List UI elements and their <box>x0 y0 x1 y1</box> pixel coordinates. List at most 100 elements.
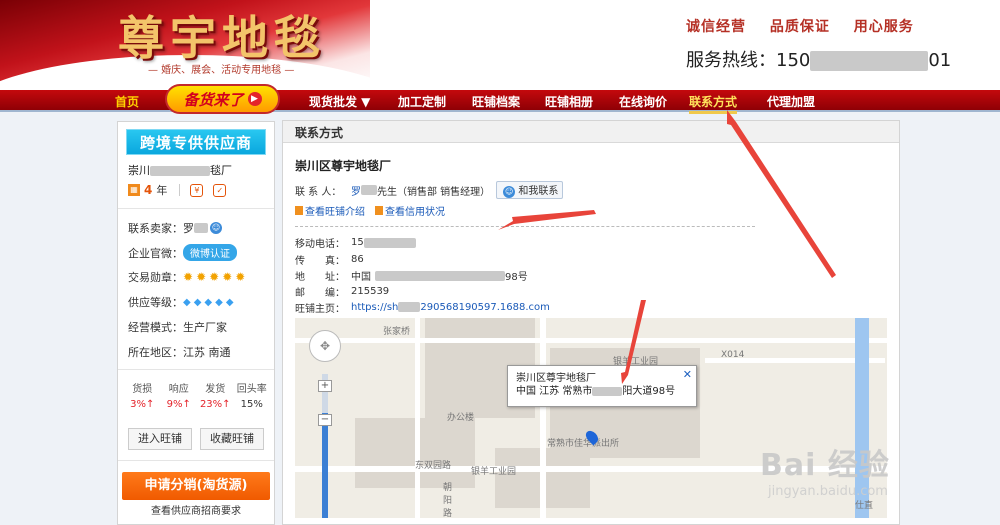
weibo-verified-badge[interactable]: 微博认证 <box>183 244 237 261</box>
homepage-suffix: 290568190597.1688.com <box>420 302 550 313</box>
divider <box>118 208 274 209</box>
nav-item-custom[interactable]: 加工定制 <box>398 93 446 110</box>
divider <box>118 460 274 461</box>
seller-name: 罗 <box>183 222 194 235</box>
redaction-mask <box>361 185 377 195</box>
fax-value: 86 <box>351 254 364 265</box>
region-row: 所在地区： 江苏 南通 <box>128 344 231 360</box>
play-arrow-icon: ▶ <box>247 92 262 106</box>
divider <box>179 184 181 196</box>
favorite-shop-button[interactable]: 收藏旺铺 <box>200 428 264 450</box>
homepage-link[interactable]: https://sh 290568190597.1688.com <box>351 302 550 313</box>
shop-intro-link[interactable]: 查看旺铺介绍 <box>305 203 365 218</box>
stat-cell: 回头率 15% <box>234 380 271 410</box>
enter-shop-button[interactable]: 进入旺铺 <box>128 428 192 450</box>
homepage-row: 旺铺主页： https://sh 290568190597.1688.com <box>295 300 550 315</box>
popup-line1: 崇川区尊宇地毯厂 <box>516 373 596 384</box>
popup-addr-prefix: 中国 江苏 常熟市 <box>516 386 593 397</box>
verified-icon[interactable]: ✓ <box>213 183 227 197</box>
nav-home[interactable]: 首页 <box>115 93 139 110</box>
map-pan-control[interactable]: ✥ <box>309 330 341 362</box>
slogans: 诚信经营 品质保证 用心服务 <box>686 16 932 36</box>
map-label: 银羊工业园 <box>471 467 517 477</box>
level-row: 供应等级： ◆ ◆ ◆ ◆ ◆ <box>128 294 237 310</box>
promo-button[interactable]: 备货来了 ▶ <box>165 84 280 114</box>
stat-value: 15% <box>240 399 263 410</box>
contact-me-label: 和我联系 <box>518 186 559 197</box>
popup-line2: 中国 江苏 常熟市 阳大道98号 <box>516 385 688 398</box>
stat-label: 货损 <box>132 384 153 395</box>
map-label: 张家桥 <box>383 327 411 337</box>
medal-row: 交易勋章： ✹ ✹ ✹ ✹ ✹ <box>128 269 248 285</box>
nav-item-inquiry[interactable]: 在线询价 <box>619 93 667 110</box>
hotline-prefix: 150 <box>776 50 811 71</box>
diamond-icon: ◆ <box>193 296 202 308</box>
contact-role: 先生（销售部 销售经理） <box>377 186 491 198</box>
zoom-slider-handle[interactable]: − <box>318 414 332 426</box>
credit-status-link[interactable]: 查看信用状况 <box>385 203 445 218</box>
nav-item-wholesale[interactable]: 现货批发 ▼ <box>309 93 370 110</box>
weibo-label: 微博认证 <box>190 249 230 260</box>
stat-cell: 货损 3%↑ <box>124 380 161 410</box>
stat-label: 回头率 <box>236 384 267 395</box>
company-suffix: 毯厂 <box>210 164 232 177</box>
nav-item-contact[interactable]: 联系方式 <box>689 93 738 114</box>
redaction-mask <box>375 270 505 281</box>
diamond-icon: ◆ <box>204 296 213 308</box>
nav-item-agent[interactable]: 代理加盟 <box>767 93 815 110</box>
stat-label: 发货 <box>205 384 226 395</box>
map-label: 仕直 <box>855 501 874 511</box>
company-prefix: 崇川 <box>128 164 150 177</box>
mobile-value: 15 <box>351 237 364 248</box>
close-icon[interactable]: ✕ <box>683 368 692 381</box>
seller-row: 联系卖家：罗 ☺ <box>128 220 222 236</box>
mode-label: 经营模式： <box>128 321 183 334</box>
years-number: 4 <box>144 183 153 197</box>
medal-icon: ✹ <box>222 270 233 284</box>
map-label: 东双园路 <box>415 461 452 471</box>
stat-cell: 响应 9%↑ <box>161 380 198 410</box>
hotline-label: 服务热线： <box>686 50 776 71</box>
contact-label: 联 系 人： <box>295 186 342 198</box>
map-label: 常熟市佳华派出所 <box>547 439 620 449</box>
diamond-icon: ◆ <box>183 296 191 308</box>
trade-assurance-icon[interactable]: ¥ <box>190 183 204 197</box>
wangwang-chat-icon[interactable]: ☺ <box>210 222 222 234</box>
map-label: 朝阳路 <box>443 483 453 518</box>
calendar-icon: ▦ <box>128 184 140 196</box>
dashed-divider <box>295 226 755 227</box>
diamond-icon: ◆ <box>215 296 223 308</box>
supplier-requirements-link[interactable]: 查看供应商招商要求 <box>118 502 274 517</box>
map-label: X014 <box>721 350 745 360</box>
map-label: 办公楼 <box>447 413 475 423</box>
years-row: ▦ 4 年 ¥ ✓ <box>128 182 232 198</box>
redaction-mask <box>150 166 210 176</box>
hotline: 服务热线：150 01 <box>686 46 951 72</box>
brand-logo[interactable]: 尊宇地毯 <box>118 2 326 68</box>
main-nav: 首页 备货来了 ▶ 现货批发 ▼ 加工定制 旺铺档案 旺铺相册 在线询价 联系方… <box>0 84 1000 114</box>
nav-item-album[interactable]: 旺铺相册 <box>545 93 593 110</box>
promo-label: 备货来了 <box>183 90 244 109</box>
mode-value: 生产厂家 <box>183 321 227 334</box>
zoom-in-button[interactable]: + <box>318 380 332 392</box>
level-label: 供应等级： <box>128 296 183 309</box>
slogan-2: 品质保证 <box>769 19 830 35</box>
seller-label: 联系卖家： <box>128 222 183 235</box>
contact-name[interactable]: 罗 <box>351 183 361 198</box>
diamond-icon: ◆ <box>225 296 234 308</box>
medal-icon: ✹ <box>196 270 207 284</box>
years-unit: 年 <box>156 184 168 197</box>
website-row: 企业官微： 微博认证 <box>128 244 237 261</box>
region-label: 所在地区： <box>128 346 183 359</box>
fax-row: 传 真： 86 <box>295 252 364 267</box>
contact-me-button[interactable]: ☺ 和我联系 <box>496 181 564 199</box>
map-info-popup: 崇川区尊宇地毯厂 中国 江苏 常熟市 阳大道98号 ✕ <box>507 365 697 407</box>
apply-distribution-button[interactable]: 申请分销(淘货源) <box>122 472 270 500</box>
cross-border-badge: 跨境专供供应商 <box>126 129 266 155</box>
homepage-prefix: https://sh <box>351 302 399 313</box>
stat-value: 3%↑ <box>130 399 155 410</box>
nav-item-archive[interactable]: 旺铺档案 <box>472 93 520 110</box>
address-label: 地 址： <box>295 272 345 283</box>
stat-cell: 发货 23%↑ <box>197 380 234 410</box>
sidebar-company-name[interactable]: 崇川 毯厂 <box>128 162 232 178</box>
